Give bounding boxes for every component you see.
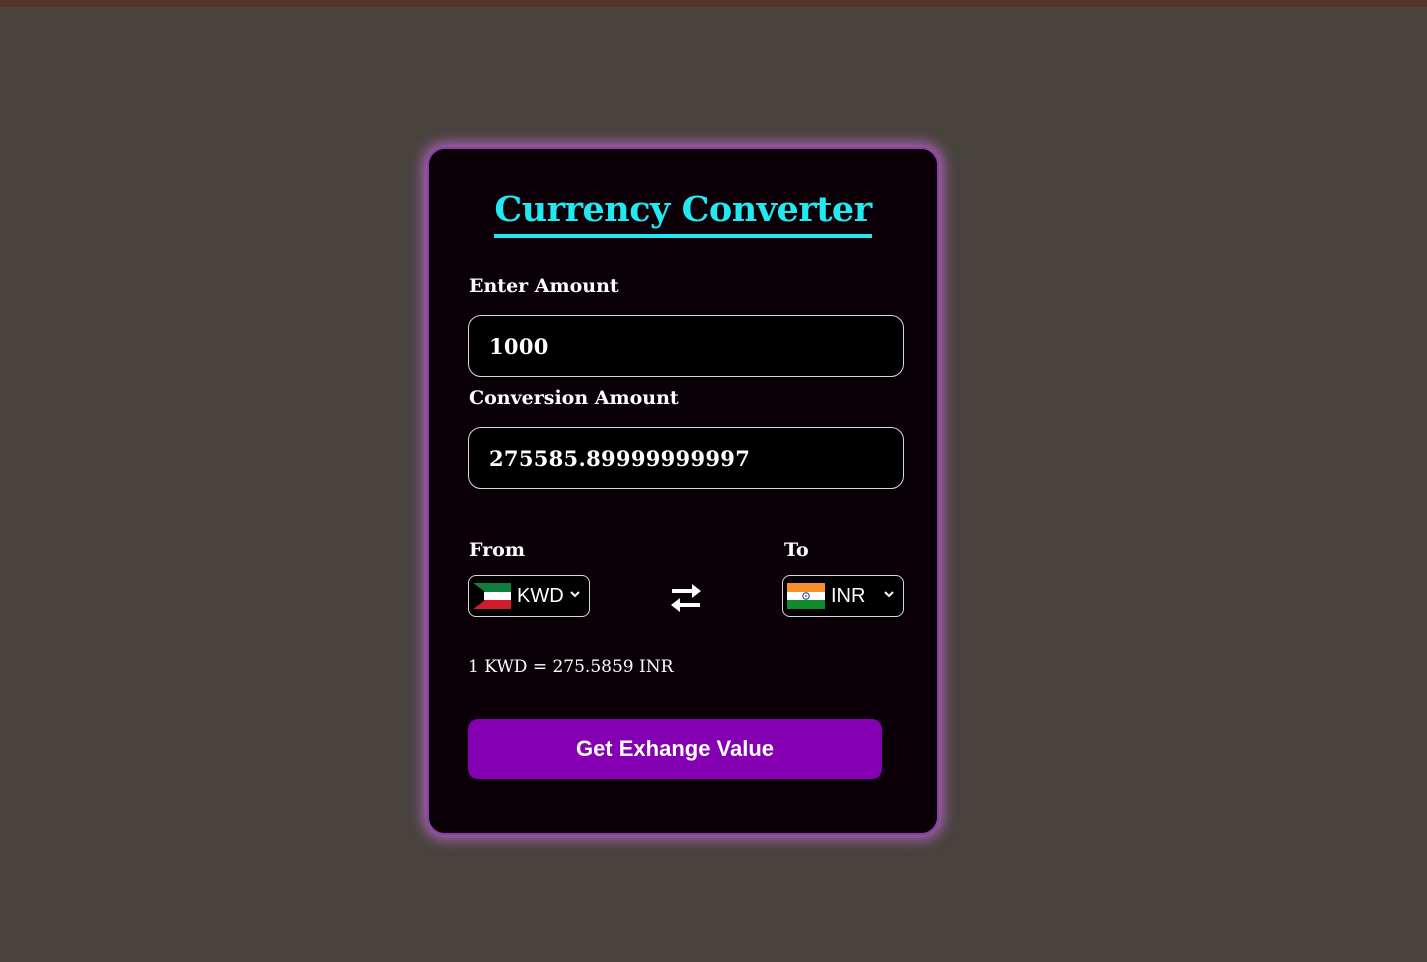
get-exchange-value-button[interactable]: Get Exhange Value: [468, 719, 882, 779]
from-currency-value: KWD: [517, 584, 564, 607]
chevron-down-icon: [570, 591, 580, 598]
page-title-text: Currency Converter: [494, 189, 872, 238]
top-strip: [0, 0, 1427, 7]
to-currency-value: INR: [831, 584, 866, 607]
from-label: From: [469, 539, 525, 561]
conversion-output[interactable]: 275585.89999999997: [468, 427, 904, 489]
to-label: To: [784, 539, 809, 561]
amount-label: Enter Amount: [469, 275, 619, 297]
from-currency-select[interactable]: KWD: [468, 575, 590, 617]
amount-input-value: 1000: [489, 333, 549, 359]
conversion-label: Conversion Amount: [469, 387, 679, 409]
swap-arrows-icon[interactable]: [668, 580, 704, 616]
exchange-rate-text: 1 KWD = 275.5859 INR: [468, 657, 674, 677]
converter-card: Currency Converter Enter Amount 1000 Con…: [427, 147, 939, 835]
chevron-down-icon: [884, 591, 894, 598]
kuwait-flag-icon: [473, 583, 511, 609]
page-title: Currency Converter: [429, 189, 937, 238]
amount-input[interactable]: 1000: [468, 315, 904, 377]
conversion-output-value: 275585.89999999997: [489, 445, 751, 471]
to-currency-select[interactable]: INR: [782, 575, 904, 617]
india-flag-icon: [787, 583, 825, 609]
